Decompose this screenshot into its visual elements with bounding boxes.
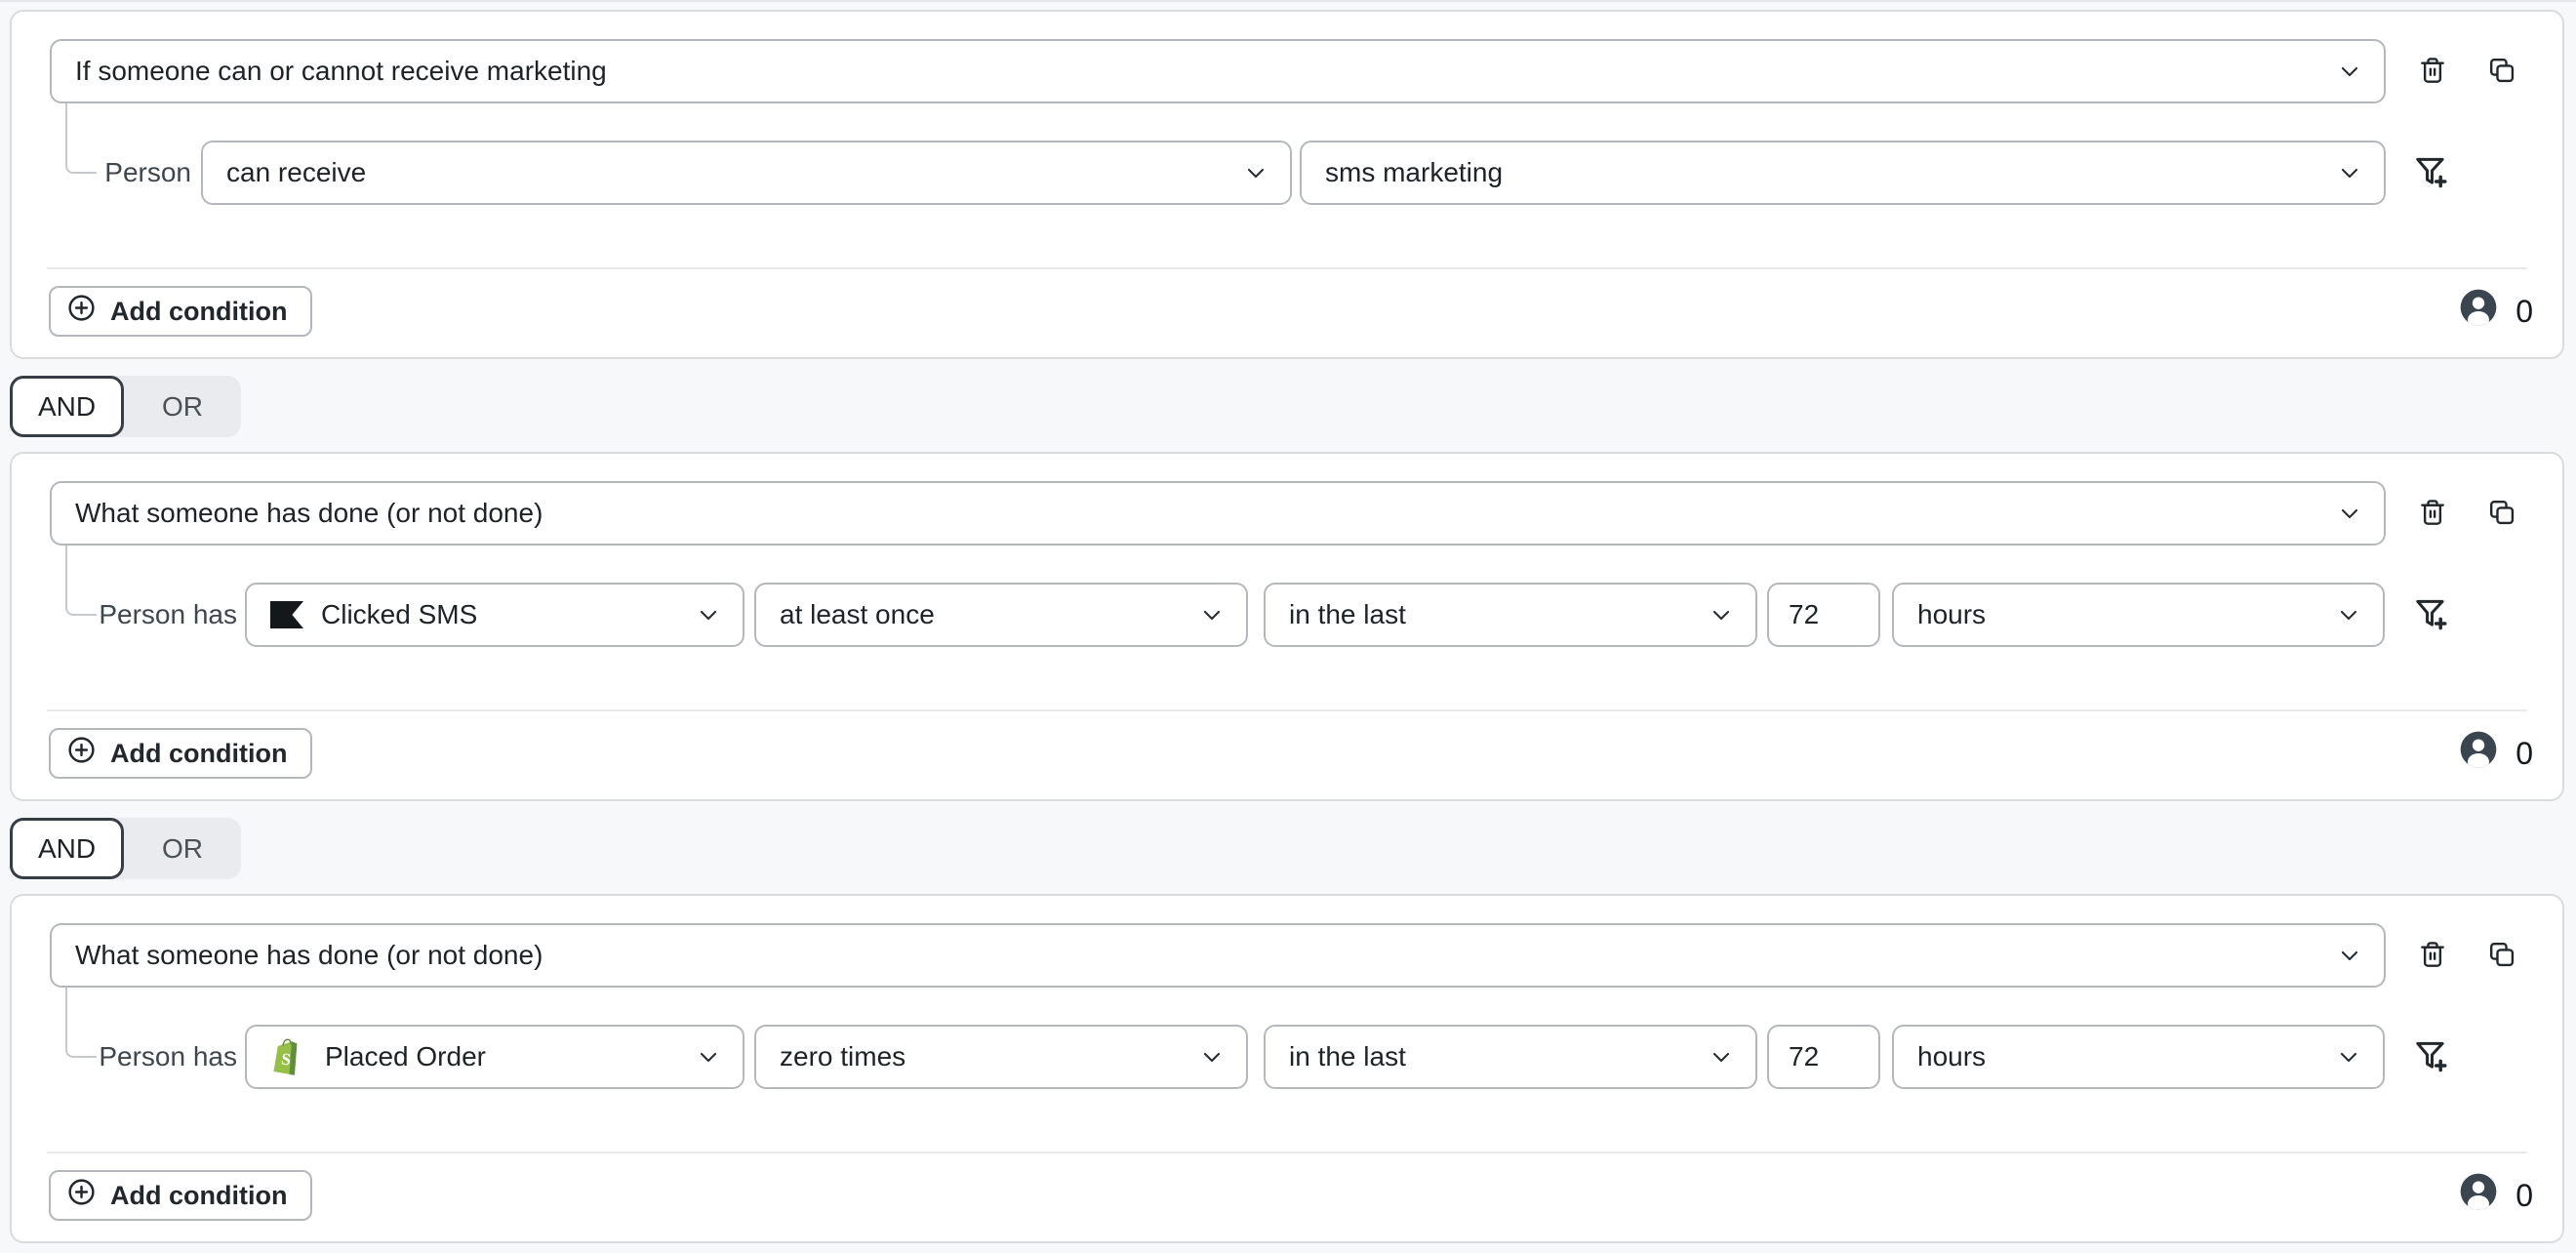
chevron-down-icon [1182,600,1227,629]
row-label: Person has [12,583,237,647]
chevron-down-icon [2318,600,2363,629]
copy-icon [2486,939,2517,973]
filter-plus-icon [2413,1037,2450,1077]
time-unit-value: hours [1917,599,1986,630]
condition-category-select[interactable]: What someone has done (or not done) [50,481,2386,546]
add-condition-button[interactable]: Add condition [49,728,312,779]
condition-block: What someone has done (or not done) Pers… [10,452,2564,801]
add-condition-label: Add condition [110,1181,287,1211]
timeframe-select[interactable]: in the last [1264,583,1757,647]
and-button[interactable]: AND [10,818,124,879]
chevron-down-icon [2319,158,2364,187]
delete-condition-button[interactable] [2411,492,2454,535]
consent-channel-select[interactable]: sms marketing [1300,141,2386,205]
chevron-down-icon [2318,1042,2363,1071]
chevron-down-icon [2319,941,2364,970]
event-value: Clicked SMS [321,599,477,630]
and-or-toggle: AND OR [10,818,241,879]
timeframe-amount-input[interactable] [1767,1025,1880,1089]
member-count-value: 0 [2516,736,2533,772]
chevron-down-icon [2319,57,2364,86]
chevron-down-icon [1226,158,1270,187]
member-count-value: 0 [2516,294,2533,330]
member-count: 0 [2459,728,2533,779]
member-count-value: 0 [2516,1178,2533,1214]
member-count: 0 [2459,286,2533,337]
event-select[interactable]: S Placed Order [245,1025,745,1089]
condition-category-value: What someone has done (or not done) [75,498,543,529]
time-unit-select[interactable]: hours [1892,583,2385,647]
time-unit-select[interactable]: hours [1892,1025,2385,1089]
timeframe-select[interactable]: in the last [1264,1025,1757,1089]
timeframe-value: in the last [1289,599,1406,630]
and-button[interactable]: AND [10,376,124,437]
frequency-value: zero times [780,1041,906,1072]
klaviyo-flag-icon [270,601,303,628]
condition-category-select[interactable]: If someone can or cannot receive marketi… [50,39,2386,103]
circle-plus-icon [66,293,97,330]
chevron-down-icon [1691,1042,1736,1071]
chevron-down-icon [2319,499,2364,528]
chevron-down-icon [678,600,723,629]
segment-condition-builder: { "labels": { "add_condition": "Add cond… [0,0,2576,1253]
trash-icon [2417,939,2448,973]
person-icon [2459,1172,2498,1219]
condition-category-select[interactable]: What someone has done (or not done) [50,923,2386,988]
add-condition-button[interactable]: Add condition [49,1170,312,1221]
condition-block: What someone has done (or not done) Pers… [10,894,2564,1243]
condition-category-value: What someone has done (or not done) [75,940,543,971]
consent-channel-value: sms marketing [1325,157,1503,188]
event-value: Placed Order [325,1041,486,1072]
timeframe-amount-input[interactable] [1767,583,1880,647]
timeframe-value: in the last [1289,1041,1406,1072]
circle-plus-icon [66,735,97,772]
duplicate-condition-button[interactable] [2480,934,2523,977]
add-filter-button[interactable] [2404,587,2459,642]
chevron-down-icon [1182,1042,1227,1071]
row-label: Person [12,141,191,205]
person-icon [2459,730,2498,777]
member-count: 0 [2459,1170,2533,1221]
add-condition-button[interactable]: Add condition [49,286,312,337]
duplicate-condition-button[interactable] [2480,50,2523,93]
footer-divider [47,267,2527,269]
copy-icon [2486,497,2517,531]
add-condition-label: Add condition [110,297,287,327]
add-filter-button[interactable] [2404,145,2459,200]
time-unit-value: hours [1917,1041,1986,1072]
and-or-toggle: AND OR [10,376,241,437]
frequency-select[interactable]: at least once [754,583,1248,647]
panel-top-border [0,0,2576,2]
duplicate-condition-button[interactable] [2480,492,2523,535]
copy-icon [2486,55,2517,89]
add-filter-button[interactable] [2404,1030,2459,1084]
chevron-down-icon [678,1042,723,1071]
row-label: Person has [12,1025,237,1089]
trash-icon [2417,55,2448,89]
consent-verb-select[interactable]: can receive [201,141,1292,205]
frequency-value: at least once [780,599,935,630]
svg-text:S: S [280,1050,291,1070]
delete-condition-button[interactable] [2411,50,2454,93]
condition-category-value: If someone can or cannot receive marketi… [75,56,607,87]
footer-divider [47,709,2527,711]
person-icon [2459,288,2498,335]
footer-divider [47,1152,2527,1153]
or-button[interactable]: OR [124,376,241,437]
condition-block: If someone can or cannot receive marketi… [10,10,2564,359]
circle-plus-icon [66,1177,97,1214]
or-button[interactable]: OR [124,818,241,879]
consent-verb-value: can receive [226,157,366,188]
shopify-bag-icon: S [270,1035,307,1078]
trash-icon [2417,497,2448,531]
filter-plus-icon [2413,595,2450,635]
event-select[interactable]: Clicked SMS [245,583,745,647]
delete-condition-button[interactable] [2411,934,2454,977]
add-condition-label: Add condition [110,739,287,769]
chevron-down-icon [1691,600,1736,629]
frequency-select[interactable]: zero times [754,1025,1248,1089]
filter-plus-icon [2413,153,2450,193]
